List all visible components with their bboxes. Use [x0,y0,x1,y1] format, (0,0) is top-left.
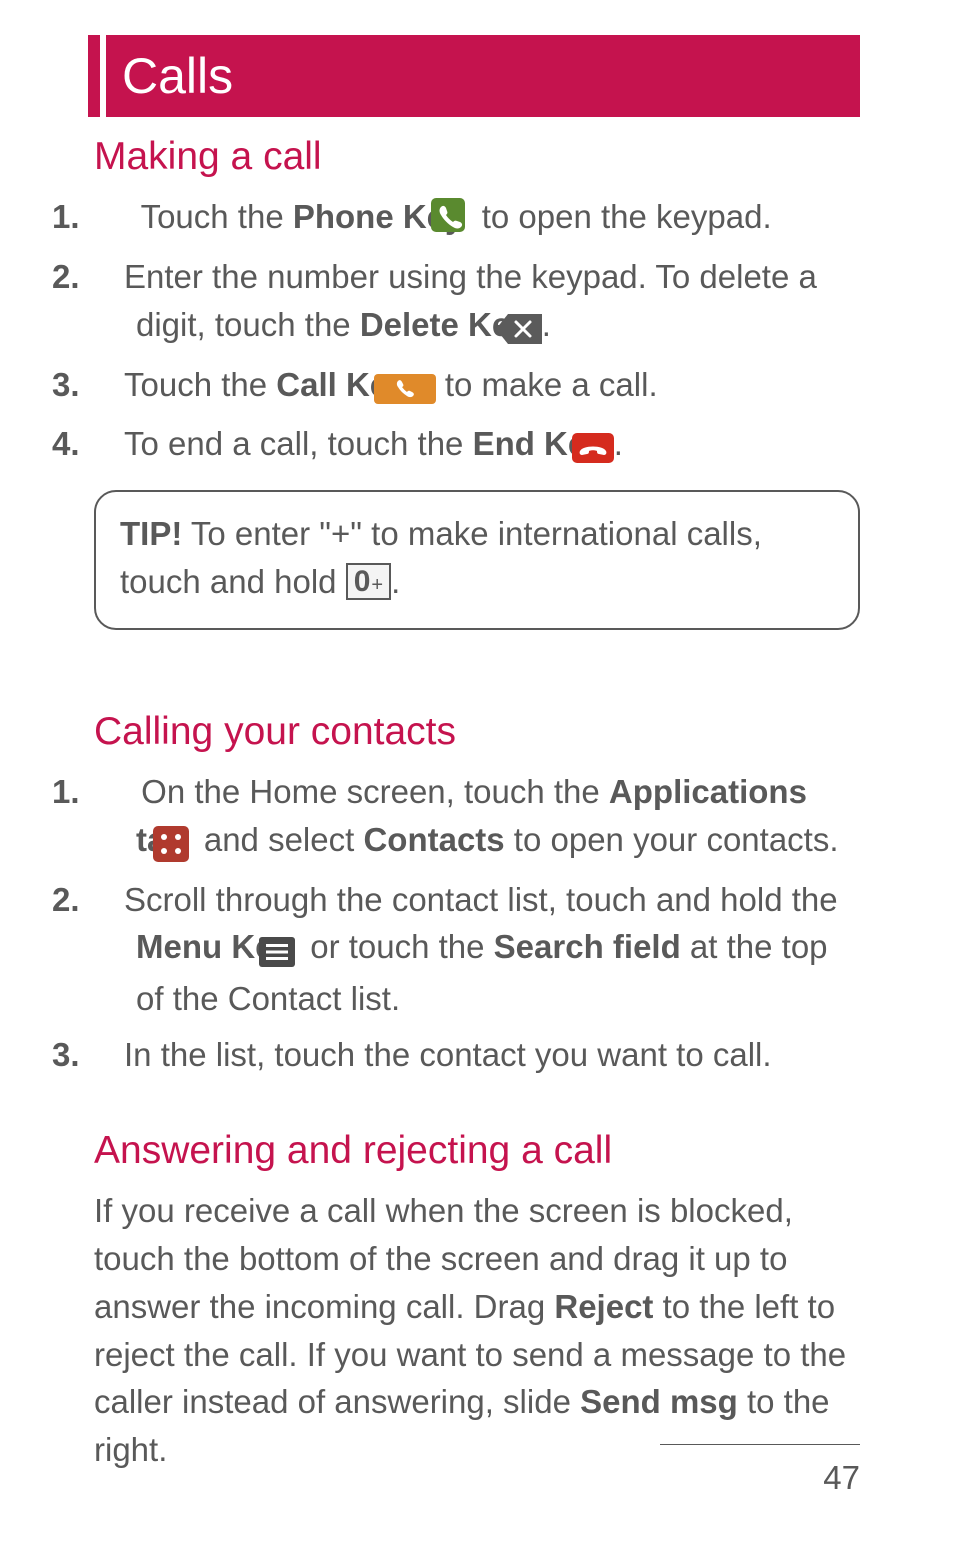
step-number: 3. [94,361,124,409]
step-text-post: to open the keypad. [473,198,772,235]
step-text: In the list, touch the contact you want … [124,1036,772,1073]
zero-key-sub: + [371,574,383,596]
calling-contacts-steps: 1. On the Home screen, touch the Applica… [94,768,860,1079]
answering-paragraph: If you receive a call when the screen is… [94,1187,860,1474]
step-number: 2. [94,253,124,301]
page-number: 47 [823,1459,860,1497]
step-text-post: to make a call. [436,366,658,403]
step-text-pre: On the Home screen, touch the [132,773,609,810]
step-1: 1. Touch the Phone Key to open the keypa… [94,193,860,245]
step-text-pre: Touch the [132,198,293,235]
step-text-post: . [542,306,551,343]
step-text-pre: Touch the [124,366,276,403]
step-2: 2.Enter the number using the keypad. To … [94,253,860,353]
tip-label: TIP! [120,515,182,552]
tip-text-after: . [391,563,400,600]
step-4: 4.To end a call, touch the End Key . [94,420,860,472]
reject-label: Reject [554,1288,653,1325]
section-calling-contacts-title: Calling your contacts [94,710,860,754]
step-2: 2.Scroll through the contact list, touch… [94,876,860,1024]
step-number: 2. [94,876,124,924]
step-number: 3. [94,1031,124,1079]
step-3: 3.In the list, touch the contact you wan… [94,1031,860,1079]
step-text-mid: and select [195,821,364,858]
step-text-post: to open your contacts. [505,821,839,858]
step-1: 1. On the Home screen, touch the Applica… [94,768,860,868]
call-key-icon [416,365,436,413]
section-answering-title: Answering and rejecting a call [94,1129,860,1173]
contacts-label: Contacts [363,821,504,858]
zero-key-main: 0 [354,565,371,598]
send-msg-label: Send msg [580,1383,738,1420]
search-field-label: Search field [494,928,681,965]
step-text-post: . [614,425,623,462]
making-a-call-steps: 1. Touch the Phone Key to open the keypa… [94,193,860,472]
step-text-pre: Scroll through the contact list, touch a… [124,881,838,918]
step-text-mid: or touch the [301,928,494,965]
tip-box: TIP! To enter "+" to make international … [94,490,860,630]
zero-plus-key-icon: 0+ [346,563,391,600]
step-3: 3.Touch the Call Key to make a call. [94,361,860,413]
tip-text-before: To enter "+" to make international calls… [120,515,762,600]
chapter-title: Calls [88,35,860,117]
step-text-pre: To end a call, touch the [124,425,473,462]
step-number: 4. [94,420,124,468]
section-making-a-call-title: Making a call [94,135,860,179]
page-footer-rule [660,1444,860,1445]
step-number: 1. [94,768,132,816]
step-number: 1. [94,193,132,241]
